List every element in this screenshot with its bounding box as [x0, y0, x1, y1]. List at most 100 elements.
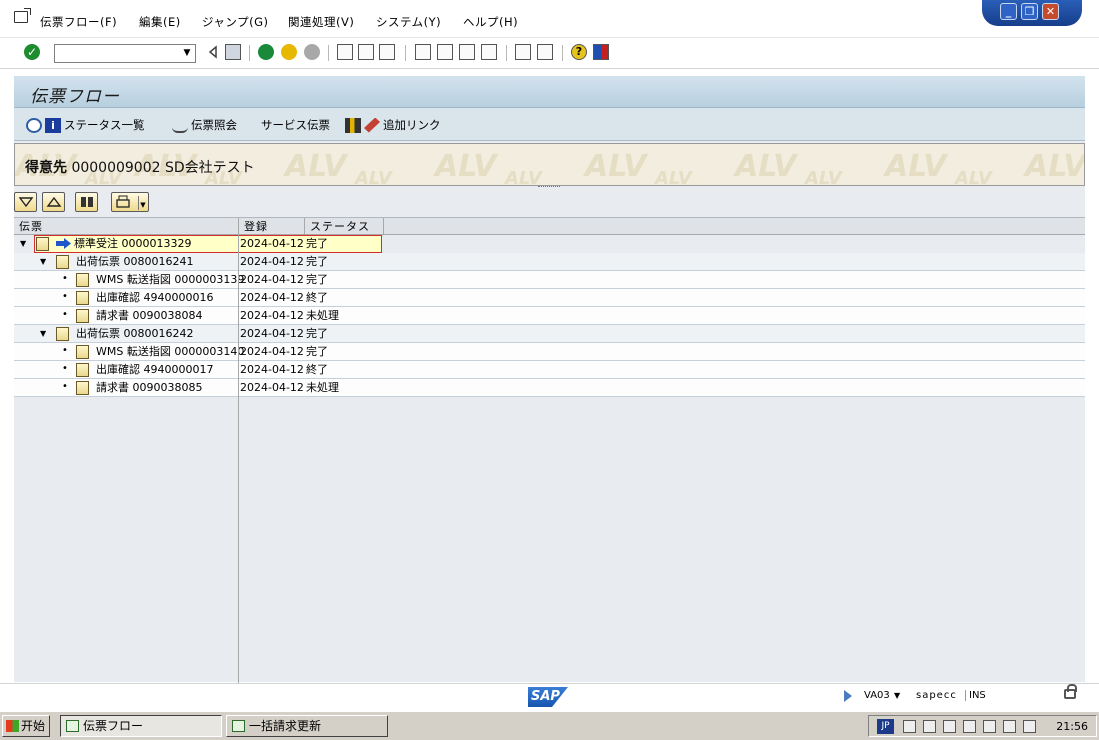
menu-system[interactable]: システム(Y) [376, 14, 463, 30]
status-overview-button[interactable]: i ステータス一覧 [26, 117, 145, 133]
chevron-down-icon[interactable]: ▼ [138, 196, 147, 210]
service-documents-label: サービス伝票 [261, 118, 330, 132]
additional-links-button[interactable]: 追加リンク [345, 117, 441, 133]
expanded-triangle-icon[interactable]: ▼ [40, 325, 46, 343]
tray-app-icon[interactable] [983, 720, 996, 733]
table-row[interactable]: • 請求書 0090038084 2024-04-12 未処理 [14, 307, 1085, 325]
application-toolbar: i ステータス一覧 伝票照会 サービス伝票 追加リンク [14, 108, 1085, 141]
menu-document-flow[interactable]: 伝票フロー(F) [40, 14, 139, 30]
close-button[interactable]: ✕ [1042, 3, 1059, 20]
lock-icon[interactable] [1064, 684, 1077, 699]
alv-toolbar: ▼ [14, 190, 1085, 217]
toolbar-separator [506, 45, 507, 61]
menu-help[interactable]: ヘルプ(H) [463, 14, 523, 30]
glasses-icon [172, 118, 188, 133]
display-document-button[interactable]: 伝票照会 [172, 117, 237, 133]
expand-all-button[interactable] [14, 192, 37, 212]
document-icon [76, 291, 89, 305]
save-icon[interactable] [225, 44, 241, 60]
expanded-triangle-icon[interactable]: ▼ [40, 253, 46, 271]
expanded-triangle-icon[interactable]: ▼ [20, 235, 26, 253]
document-icon [76, 309, 89, 323]
previous-page-icon[interactable] [437, 44, 453, 60]
play-triangle-icon[interactable] [844, 690, 852, 702]
customer-name: SD会社テスト [164, 160, 255, 176]
input-language-indicator[interactable]: JP [877, 719, 894, 734]
grid-header: 伝票 登録 ステータス [14, 218, 1085, 235]
first-page-icon[interactable] [415, 44, 431, 60]
magnifier-icon [26, 117, 42, 133]
command-field[interactable]: ▼ [54, 44, 196, 63]
menu-goto[interactable]: ジャンプ(G) [202, 14, 288, 30]
row-date: 2024-04-12 [240, 309, 304, 322]
enter-button[interactable]: ✓ [24, 44, 40, 60]
tray-app-icon[interactable] [923, 720, 936, 733]
column-header-document[interactable]: 伝票 [14, 218, 239, 235]
taskbar-item-billing[interactable]: 一括請求更新 [226, 715, 388, 737]
table-row[interactable]: • 請求書 0090038085 2024-04-12 未処理 [14, 379, 1085, 397]
collapse-arrow-icon[interactable] [205, 44, 221, 60]
restore-button[interactable]: ❐ [1021, 3, 1038, 20]
table-row[interactable]: • 出庫確認 4940000016 2024-04-12 終了 [14, 289, 1085, 307]
insert-mode[interactable]: INS [965, 690, 986, 701]
service-documents-button[interactable]: サービス伝票 [261, 117, 330, 133]
windows-logo-icon [6, 720, 19, 732]
row-date: 2024-04-12 [240, 291, 304, 304]
leaf-bullet-icon: • [62, 273, 68, 284]
volume-icon[interactable] [1003, 720, 1016, 733]
menu-edit[interactable]: 編集(E) [139, 14, 202, 30]
chart-icon [345, 117, 361, 133]
row-label: WMS 転送指図 0000003139 [96, 273, 245, 286]
table-row[interactable]: ▼ 出荷伝票 0080016241 2024-04-12 完了 [14, 253, 1085, 271]
ime-icon[interactable] [903, 720, 916, 733]
system-menu-icon[interactable] [14, 8, 31, 23]
row-status: 終了 [306, 363, 328, 376]
back-icon[interactable] [258, 44, 274, 60]
row-date: 2024-04-12 [240, 237, 304, 250]
help-icon[interactable]: ? [571, 44, 587, 60]
sap-window-icon [232, 720, 245, 732]
title-bar: 伝票フロー [14, 76, 1085, 108]
chevron-down-icon[interactable]: ▼ [894, 691, 900, 700]
last-page-icon[interactable] [481, 44, 497, 60]
row-label: WMS 転送指図 0000003140 [96, 345, 245, 358]
find-next-icon[interactable] [379, 44, 395, 60]
minimize-button[interactable]: _ [1000, 3, 1017, 20]
table-row[interactable]: • WMS 転送指図 0000003139 2024-04-12 完了 [14, 271, 1085, 289]
new-session-icon[interactable] [515, 44, 531, 60]
table-row[interactable]: ▼ 標準受注 0000013329 2024-04-12 完了 [14, 235, 1085, 253]
find-icon[interactable] [358, 44, 374, 60]
menu-environment[interactable]: 関連処理(V) [288, 14, 376, 30]
svg-text:ALV: ALV [583, 149, 649, 184]
security-icon[interactable] [1023, 720, 1036, 733]
document-icon [76, 345, 89, 359]
find-button[interactable] [75, 192, 98, 212]
print-button[interactable]: ▼ [111, 192, 149, 212]
tray-app-icon[interactable] [963, 720, 976, 733]
network-icon[interactable] [943, 720, 956, 733]
window-controls: _ ❐ ✕ [982, 0, 1082, 26]
collapse-all-button[interactable] [42, 192, 65, 212]
standard-toolbar: ✓ ▼ ? [0, 39, 1099, 69]
layout-menu-icon[interactable] [593, 44, 609, 60]
status-overview-label: ステータス一覧 [64, 118, 145, 132]
toolbar-separator [562, 45, 563, 61]
shortcut-icon[interactable] [537, 44, 553, 60]
column-header-status[interactable]: ステータス [305, 218, 384, 235]
column-header-created[interactable]: 登録 [239, 218, 305, 235]
row-label: 請求書 0090038084 [96, 309, 203, 322]
customer-label: 得意先 [25, 160, 67, 176]
exit-icon[interactable] [281, 44, 297, 60]
row-status: 未処理 [306, 309, 339, 322]
sap-logo: SAP [528, 687, 568, 707]
cancel-icon[interactable] [304, 44, 320, 60]
next-page-icon[interactable] [459, 44, 475, 60]
print-icon[interactable] [337, 44, 353, 60]
start-button[interactable]: 开始 [2, 715, 50, 737]
chevron-down-icon[interactable]: ▼ [179, 45, 195, 62]
table-row[interactable]: • 出庫確認 4940000017 2024-04-12 終了 [14, 361, 1085, 379]
row-date: 2024-04-12 [240, 345, 304, 358]
taskbar-item-document-flow[interactable]: 伝票フロー [60, 715, 222, 737]
table-row[interactable]: • WMS 転送指図 0000003140 2024-04-12 完了 [14, 343, 1085, 361]
table-row[interactable]: ▼ 出荷伝票 0080016242 2024-04-12 完了 [14, 325, 1085, 343]
